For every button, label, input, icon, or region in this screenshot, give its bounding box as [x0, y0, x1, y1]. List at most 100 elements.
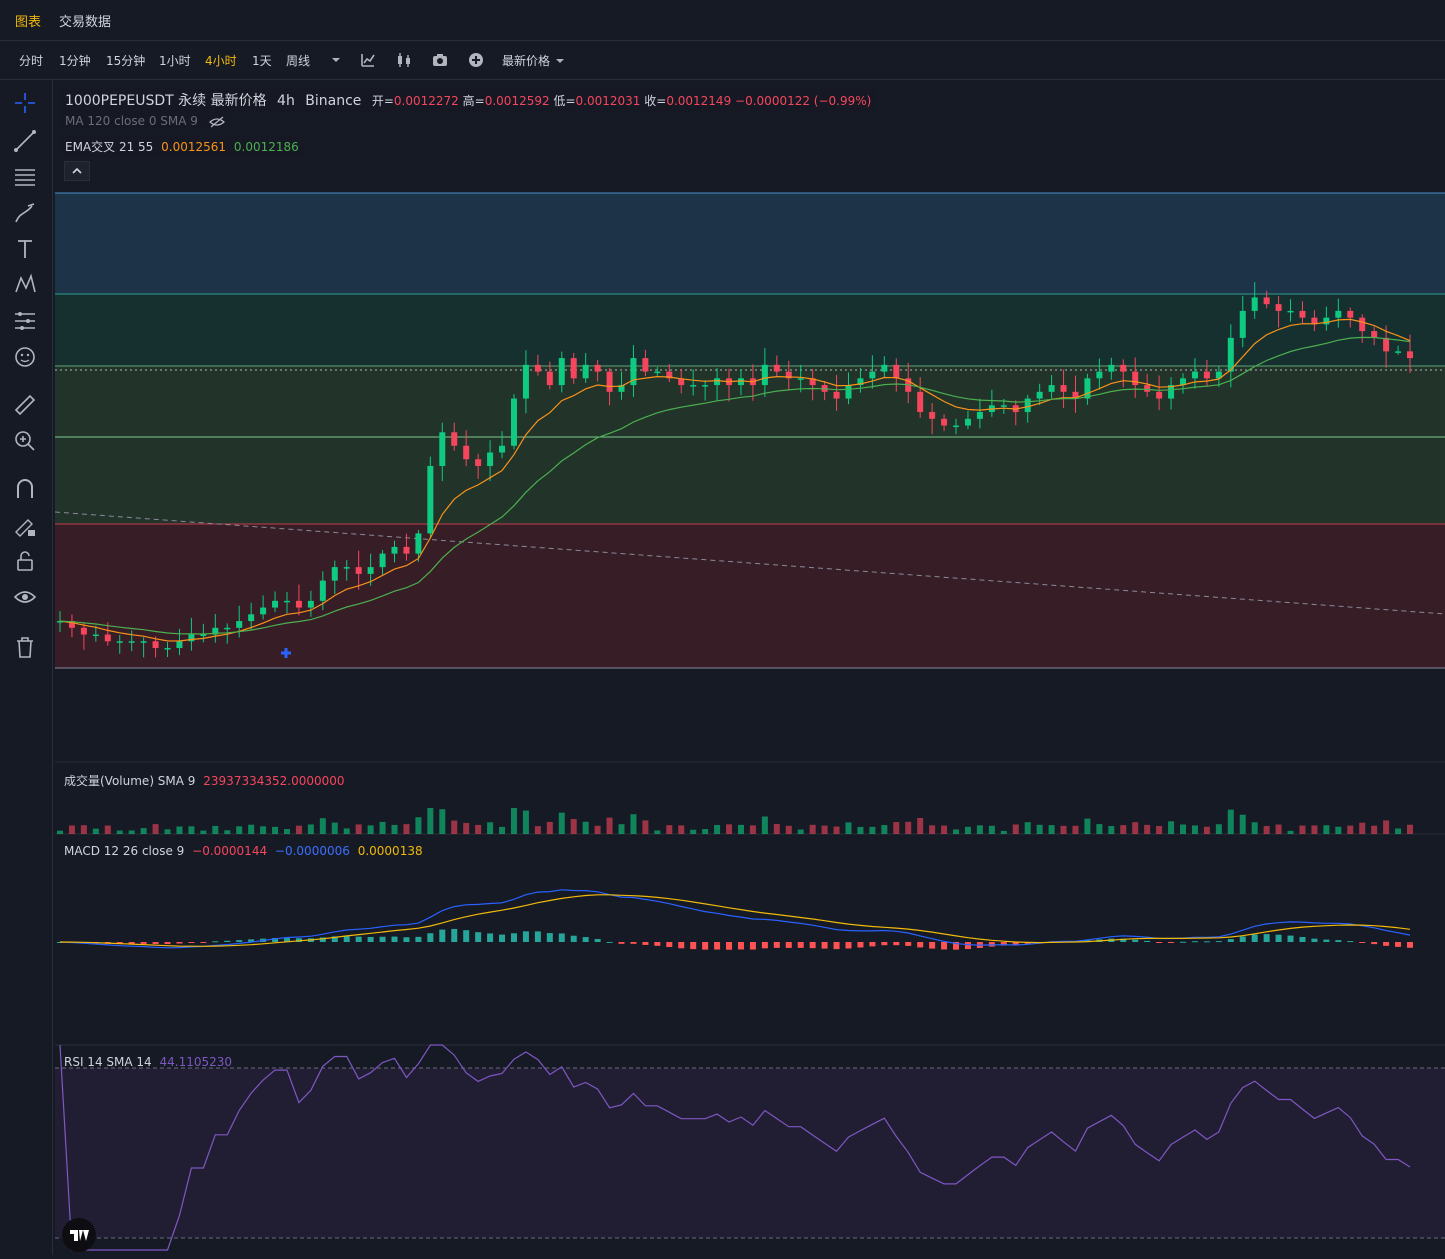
candle-body	[1084, 378, 1091, 399]
camera-icon[interactable]	[430, 50, 450, 70]
ruler-icon[interactable]	[12, 392, 38, 418]
rsi-value: 44.1105230	[159, 1055, 233, 1069]
volume-bar	[164, 829, 171, 834]
volume-bar	[1215, 824, 1222, 834]
ema-legend-label: EMA交叉 21 55	[65, 140, 154, 154]
timeframe-1m[interactable]: 1分钟	[59, 52, 91, 69]
candle-body	[558, 358, 565, 386]
candle-body	[1060, 385, 1067, 392]
tradingview-logo[interactable]	[62, 1218, 96, 1252]
candle-body	[379, 553, 386, 568]
trash-icon[interactable]	[12, 634, 38, 660]
macd-hist-bar	[1263, 934, 1270, 942]
candle-body	[1395, 351, 1402, 353]
rsi-legend-label: RSI 14 SMA 14	[64, 1055, 152, 1069]
timeframe-1h[interactable]: 1小时	[159, 52, 191, 69]
lock-drawing-icon[interactable]	[12, 512, 38, 538]
volume-legend-label: 成交量(Volume) SMA 9	[64, 774, 196, 788]
candle-body	[941, 418, 948, 426]
prediction-icon[interactable]	[12, 308, 38, 334]
chart-area[interactable]: 1000PEPEUSDT 永续 最新价格 4h Binance 开=0.0012…	[54, 80, 1445, 1255]
volume-bar	[678, 825, 685, 834]
volume-bar	[80, 825, 87, 834]
fib-lines-icon[interactable]	[12, 164, 38, 190]
candle-body	[1120, 364, 1127, 372]
candle-body	[1132, 371, 1139, 386]
macd-hist-bar	[929, 942, 936, 949]
macd-hist-bar	[451, 928, 458, 942]
volume-value: 23937334352.0000000	[203, 774, 345, 788]
candle-body	[773, 364, 780, 372]
open-label: 开=	[371, 94, 394, 108]
timeframe-15m[interactable]: 15分钟	[106, 52, 145, 69]
zone-teal	[55, 294, 1445, 366]
volume-bar	[522, 810, 529, 834]
candle-body	[391, 546, 398, 554]
chart-canvas[interactable]	[54, 80, 1445, 1255]
macd-hist-bar	[1395, 942, 1402, 947]
macd-hist-bar	[176, 942, 183, 944]
price-type-chevron-icon[interactable]	[550, 51, 570, 71]
text-icon[interactable]	[12, 236, 38, 262]
volume-bar	[1383, 820, 1390, 834]
price-type-select[interactable]: 最新价格	[502, 52, 550, 69]
change-value: −0.0000122 (−0.99%)	[735, 94, 872, 108]
chart-toolbar: 分时 1分钟 15分钟 1小时 4小时 1天 周线 最新价格	[0, 41, 1445, 80]
indicators-icon[interactable]	[358, 50, 378, 70]
candle-body	[1287, 310, 1294, 313]
signal-value: 0.0000138	[357, 844, 423, 858]
unlock-icon[interactable]	[12, 548, 38, 574]
pattern-icon[interactable]	[12, 272, 38, 298]
volume-bar	[1072, 825, 1079, 834]
volume-bar	[833, 826, 840, 834]
chevron-down-icon[interactable]	[326, 50, 346, 70]
candle-body	[654, 371, 661, 374]
zoom-in-icon[interactable]	[12, 428, 38, 454]
volume-bar	[1347, 825, 1354, 834]
eye-icon[interactable]	[12, 584, 38, 610]
macd-hist-bar	[941, 942, 948, 950]
macd-hist-bar	[343, 936, 350, 942]
volume-bar	[1048, 825, 1055, 834]
timeframe-1d[interactable]: 1天	[252, 52, 272, 69]
volume-bar	[260, 826, 267, 834]
ema21-value: 0.0012561	[161, 140, 227, 154]
timeframe-1w[interactable]: 周线	[286, 52, 310, 69]
collapse-legend-button[interactable]	[64, 161, 90, 181]
magnet-icon[interactable]	[12, 476, 38, 502]
candle-body	[1251, 297, 1258, 311]
volume-bar	[475, 824, 482, 834]
candle-style-icon[interactable]	[394, 50, 414, 70]
macd-hist-bar	[534, 931, 541, 942]
brush-icon[interactable]	[12, 200, 38, 226]
crosshair-icon[interactable]	[12, 90, 38, 116]
timeframe-4h[interactable]: 4小时	[205, 52, 237, 69]
macd-hist-bar	[367, 936, 374, 942]
volume-bar	[1120, 825, 1127, 834]
candle-body	[522, 364, 529, 399]
tab-chart[interactable]: 图表	[15, 11, 41, 30]
macd-hist-bar	[654, 942, 661, 946]
volume-bar	[618, 824, 625, 834]
add-icon[interactable]	[466, 50, 486, 70]
candle-body	[714, 378, 721, 386]
candle-body	[116, 641, 123, 643]
volume-bar	[463, 822, 470, 834]
volume-bar	[1144, 824, 1151, 834]
volume-bar	[1060, 825, 1067, 834]
volume-bar	[1084, 818, 1091, 834]
volume-bar	[104, 825, 111, 834]
macd-hist-bar	[1299, 936, 1306, 942]
trend-line-icon[interactable]	[12, 128, 38, 154]
emoji-icon[interactable]	[12, 344, 38, 370]
timeframe-tick[interactable]: 分时	[19, 52, 43, 69]
tab-trading-data[interactable]: 交易数据	[59, 11, 111, 30]
candle-body	[1263, 297, 1270, 305]
candle-body	[367, 567, 374, 574]
candle-body	[92, 634, 99, 637]
candle-body	[1156, 391, 1163, 399]
volume-bar	[510, 808, 517, 834]
volume-bar	[546, 821, 553, 834]
candle-body	[1024, 398, 1031, 413]
eye-off-icon[interactable]	[208, 116, 226, 128]
